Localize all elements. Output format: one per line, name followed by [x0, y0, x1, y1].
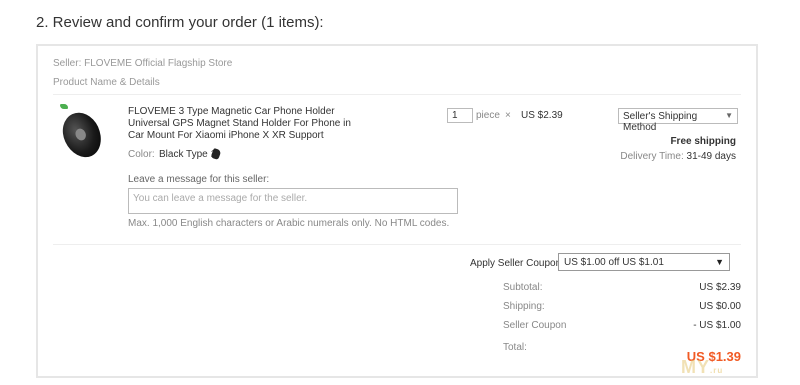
subtotal-value: US $2.39	[699, 282, 741, 293]
delivery-time: Delivery Time: 31-49 days	[620, 151, 736, 162]
shipping-method-value: Seller's Shipping Method	[623, 111, 698, 133]
section-title: 2. Review and confirm your order (1 item…	[36, 14, 324, 31]
divider	[53, 244, 741, 245]
message-hint: Max. 1,000 English characters or Arabic …	[128, 218, 450, 229]
phone-holder-image	[55, 106, 109, 164]
delivery-label: Delivery Time:	[620, 151, 684, 162]
color-label: Color:	[128, 149, 155, 160]
coupon-discount-label: Seller Coupon	[503, 320, 567, 331]
color-value: Black Type 1	[159, 149, 217, 160]
color-swatch-icon	[210, 147, 222, 161]
unit-price: US $2.39	[521, 110, 563, 121]
coupon-discount-value: - US $1.00	[693, 320, 741, 331]
times-sign: ×	[505, 110, 511, 121]
seller-name: Seller: FLOVEME Official Flagship Store	[53, 58, 233, 69]
seller-coupon-select[interactable]: US $1.00 off US $1.01 ▼	[558, 253, 730, 271]
brand-leaf-icon	[60, 104, 68, 109]
total-label: Total:	[503, 342, 527, 353]
order-box: Seller: FLOVEME Official Flagship Store …	[36, 44, 758, 378]
seller-message-input[interactable]	[128, 188, 458, 214]
chevron-down-icon: ▼	[725, 111, 733, 120]
quantity-input[interactable]	[447, 108, 473, 123]
shipping-value: US $0.00	[699, 301, 741, 312]
delivery-days: 31-49 days	[686, 151, 736, 162]
free-shipping-label: Free shipping	[670, 136, 736, 147]
coupon-label: Apply Seller Coupon:	[470, 258, 564, 269]
product-header: Product Name & Details	[53, 77, 160, 88]
product-thumbnail[interactable]	[55, 104, 109, 164]
product-title-link[interactable]: FLOVEME 3 Type Magnetic Car Phone Holder…	[128, 106, 368, 142]
watermark-logo: MY.ru	[681, 357, 724, 377]
shipping-method-select[interactable]: Seller's Shipping Method ▼	[618, 108, 738, 133]
quantity-unit: piece	[476, 110, 500, 121]
shipping-label: Shipping:	[503, 301, 545, 312]
subtotal-label: Subtotal:	[503, 282, 543, 293]
message-label: Leave a message for this seller:	[128, 174, 270, 185]
coupon-value: US $1.00 off US $1.01	[564, 257, 664, 268]
divider	[53, 94, 741, 95]
chevron-down-icon: ▼	[715, 257, 724, 267]
